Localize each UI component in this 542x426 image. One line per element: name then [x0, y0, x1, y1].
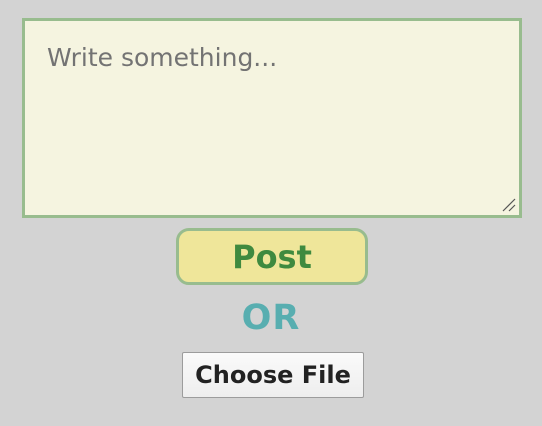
- resize-handle-icon[interactable]: [501, 197, 517, 213]
- choose-file-button[interactable]: Choose File: [182, 352, 364, 398]
- or-separator: OR: [241, 298, 301, 338]
- post-button[interactable]: Post: [176, 228, 368, 285]
- post-composer: Post OR Choose File: [0, 0, 542, 426]
- message-textarea[interactable]: [25, 21, 519, 215]
- message-textarea-container: [22, 18, 522, 218]
